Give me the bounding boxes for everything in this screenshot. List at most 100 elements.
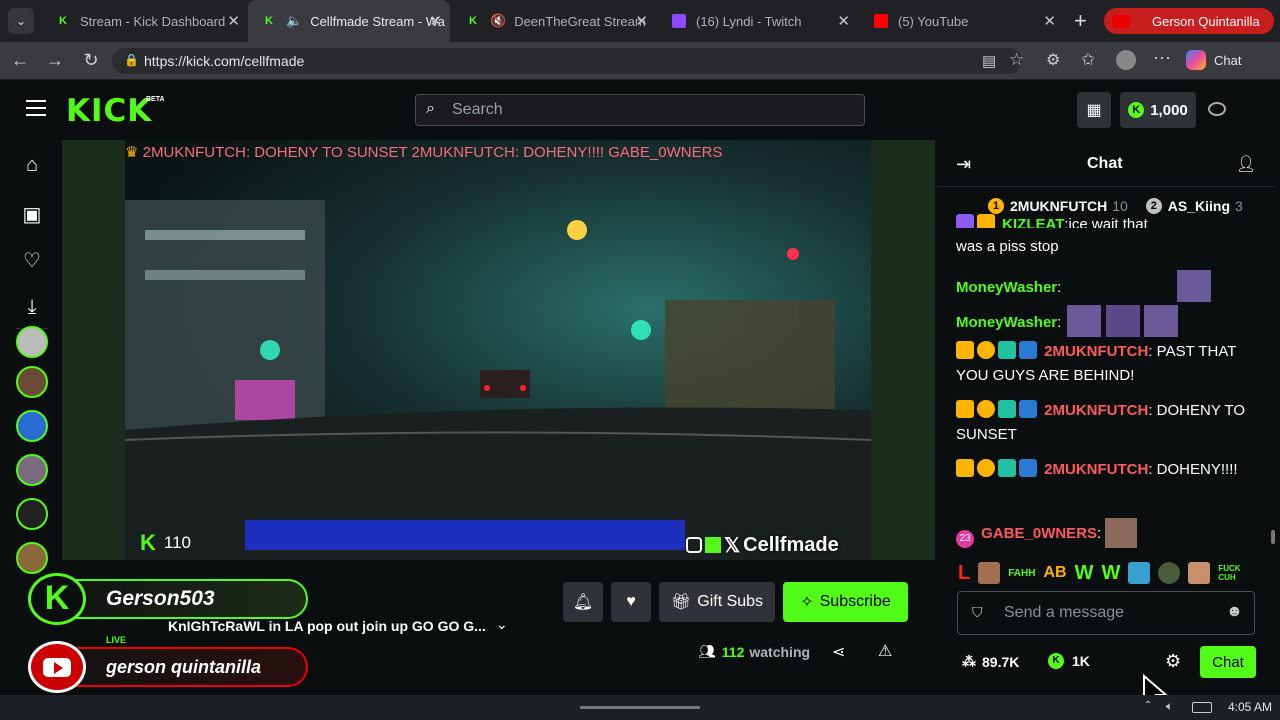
lock-icon[interactable]: 🔒 xyxy=(124,53,139,67)
gift-subs-button[interactable]: 🎁︎ Gift Subs xyxy=(659,582,775,622)
tab-title: Cellfmade Stream - Wa xyxy=(310,13,445,29)
channel-points[interactable]: ⁂ 89.7K xyxy=(962,653,1019,670)
notifications-button[interactable]: 🔔︎ xyxy=(563,582,603,622)
url-text: https://kick.com/cellfmade xyxy=(144,53,305,69)
browse-icon[interactable]: ▣ xyxy=(20,202,44,227)
instagram-icon xyxy=(686,537,702,553)
emote-w[interactable]: W xyxy=(1075,562,1094,585)
tab-title: Stream - Kick Dashboard xyxy=(80,13,226,29)
emote xyxy=(1177,270,1212,302)
kicks-coin-icon: K xyxy=(1048,653,1064,669)
report-warning-icon[interactable]: ⚠ xyxy=(878,641,892,661)
hamburger-menu-icon[interactable] xyxy=(26,100,46,116)
follow-button[interactable]: ♥ xyxy=(611,582,651,622)
search-icon: ⌕ xyxy=(426,100,435,117)
chat-message: MoneyWasher: xyxy=(956,305,1256,337)
close-tab-icon[interactable]: ✕ xyxy=(635,12,648,30)
followed-channel-avatar[interactable] xyxy=(16,454,48,486)
followed-channel-avatar[interactable] xyxy=(16,410,48,442)
chat-message: 23 GABE_0WNERS: xyxy=(956,518,1256,548)
followed-channel-avatar[interactable] xyxy=(16,366,48,398)
muted-speaker-icon[interactable]: 🔇 xyxy=(490,13,506,29)
new-tab-button[interactable]: + xyxy=(1074,8,1087,34)
emote[interactable] xyxy=(1158,562,1181,584)
battery-icon[interactable] xyxy=(1192,702,1212,713)
close-tab-icon[interactable]: ✕ xyxy=(1043,12,1056,30)
user-menu-icon[interactable] xyxy=(1208,102,1226,116)
youtube-name-overlay: gerson quintanilla xyxy=(28,641,308,693)
kick-favicon-icon: K xyxy=(469,15,477,27)
emote[interactable] xyxy=(978,562,1001,584)
chat-scrollbar[interactable] xyxy=(1271,530,1275,544)
video-player[interactable] xyxy=(125,140,871,560)
download-icon[interactable]: ⤓ xyxy=(20,296,44,319)
tab-kick-dashboard[interactable]: K Stream - Kick Dashboard ✕ xyxy=(42,0,248,42)
emote xyxy=(1143,305,1178,337)
url-field[interactable]: 🔒 https://kick.com/cellfmade xyxy=(112,48,1022,74)
youtube-logo-circle-icon xyxy=(28,641,86,693)
chat-users-icon[interactable]: 👤︎ xyxy=(1236,154,1256,174)
followed-channel-avatar[interactable] xyxy=(16,498,48,530)
reload-icon[interactable]: ↻ xyxy=(80,50,102,71)
heart-icon: ♥ xyxy=(626,593,636,610)
emote-fahh[interactable]: FAHH xyxy=(1008,568,1035,579)
search-input[interactable]: ⌕ Search xyxy=(415,94,865,126)
tab-youtube[interactable]: (5) YouTube ✕ xyxy=(860,0,1064,42)
theatre-mode-button[interactable]: ▦ xyxy=(1077,92,1111,128)
tab-cellfmade[interactable]: K 🔈 Cellfmade Stream - Wa ✕ xyxy=(248,0,450,42)
emote-ab[interactable]: AB xyxy=(1043,564,1066,582)
emote-L[interactable]: L xyxy=(958,562,970,585)
subscribe-button[interactable]: ✧ Subscribe xyxy=(783,582,908,622)
collapse-chat-icon[interactable]: ⇥ xyxy=(956,154,971,175)
emote-w[interactable]: W xyxy=(1101,562,1120,585)
share-icon[interactable]: ⋖ xyxy=(832,642,845,662)
os-taskbar: ⌃ 🔈︎ 4:05 AM xyxy=(0,695,1280,720)
tab-twitch[interactable]: (16) Lyndi - Twitch ✕ xyxy=(658,0,858,42)
emote[interactable] xyxy=(1188,562,1211,584)
clock[interactable]: 4:05 AM xyxy=(1228,700,1272,714)
following-heart-icon[interactable]: ♡ xyxy=(20,248,44,273)
browser-tab-bar: ⌄ K Stream - Kick Dashboard ✕ K 🔈 Cellfm… xyxy=(0,0,1280,42)
chat-message: 2MUKNFUTCH: DOHENY!!!! xyxy=(956,458,1256,482)
back-icon[interactable]: ← xyxy=(9,50,31,71)
copilot-chat-button[interactable]: Chat xyxy=(1186,50,1241,70)
watching-count: 👥︎ 112 watching xyxy=(698,643,811,660)
close-tab-icon[interactable]: ✕ xyxy=(429,12,442,30)
kick-logo[interactable]: KICK xyxy=(66,93,152,129)
expand-title-chevron-icon[interactable]: ⌄ xyxy=(496,616,508,633)
volume-icon[interactable]: 🔈︎ xyxy=(1166,699,1173,714)
close-tab-icon[interactable]: ✕ xyxy=(837,12,850,30)
chat-message-continued: was a piss stop xyxy=(956,238,1059,255)
more-menu-icon[interactable]: ⋯ xyxy=(1153,48,1171,69)
followed-channel-avatar[interactable] xyxy=(16,326,48,358)
send-chat-button[interactable]: Chat xyxy=(1200,646,1256,678)
emote-fuck-cuh[interactable]: FUCK CUH xyxy=(1218,564,1244,582)
followed-channel-avatar[interactable] xyxy=(16,542,48,574)
emoji-picker-icon[interactable]: ☻ xyxy=(1226,603,1243,621)
tray-chevron-icon[interactable]: ⌃ xyxy=(1144,700,1152,711)
kicks-balance-button[interactable]: K 1,000 xyxy=(1120,92,1196,128)
ticker-text: 2MUKNFUTCH: DOHENY TO SUNSET 2MUKNFUTCH:… xyxy=(142,144,723,161)
profile-avatar[interactable] xyxy=(1116,50,1136,70)
extensions-icon[interactable]: ⚙ xyxy=(1046,50,1060,70)
favorites-icon[interactable]: ✩ xyxy=(1081,50,1095,70)
video-ticker: ♛ 2MUKNFUTCH: DOHENY TO SUNSET 2MUKNFUTC… xyxy=(125,143,837,163)
tab-deenthegreat[interactable]: K 🔇 DeenTheGreat Stream ✕ xyxy=(452,0,656,42)
kick-favicon-icon: K xyxy=(59,15,67,27)
home-icon[interactable]: ⌂ xyxy=(20,154,44,177)
sub-badge: 23 xyxy=(956,530,974,548)
favorite-star-icon[interactable]: ☆ xyxy=(1009,50,1024,70)
bell-icon: 🔔︎ xyxy=(572,594,594,611)
tab-list-button[interactable]: ⌄ xyxy=(8,8,34,34)
emote[interactable] xyxy=(1128,562,1151,584)
chat-settings-gear-icon[interactable]: ⚙ xyxy=(1165,651,1181,672)
close-tab-icon[interactable]: ✕ xyxy=(227,12,240,30)
kicks-count[interactable]: K 1K xyxy=(1048,653,1090,669)
profile-chip[interactable]: Gerson Quintanilla xyxy=(1104,8,1274,34)
forward-icon[interactable]: → xyxy=(44,50,66,71)
youtube-icon xyxy=(1112,14,1130,28)
reader-mode-icon[interactable]: ▤ xyxy=(982,52,996,70)
speaker-icon[interactable]: 🔈 xyxy=(286,13,302,29)
chat-input[interactable]: ⛉ Send a message ☻ xyxy=(957,591,1255,635)
x-icon: 𝕏 xyxy=(724,534,741,557)
